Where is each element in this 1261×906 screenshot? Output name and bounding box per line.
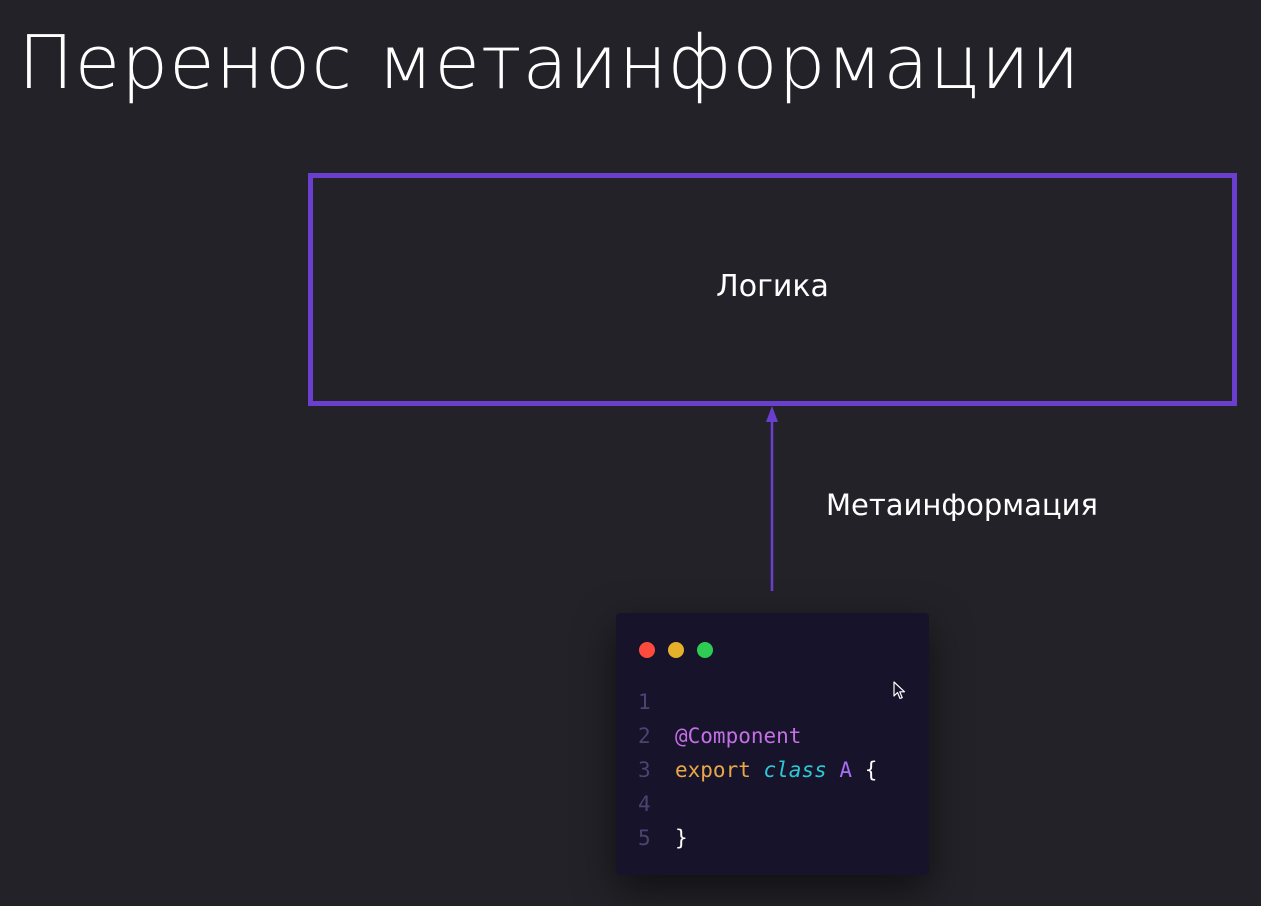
window-controls bbox=[639, 642, 713, 658]
line-number: 2 bbox=[638, 724, 651, 748]
minimize-dot-icon bbox=[668, 642, 684, 658]
arrow-label: Метаинформация bbox=[826, 488, 1098, 522]
arrow-head bbox=[766, 406, 778, 422]
code-token-punct: } bbox=[675, 826, 688, 850]
code-token-punct bbox=[827, 753, 840, 787]
code-line: 3 export class A { bbox=[638, 753, 877, 787]
code-line: 4 bbox=[638, 787, 877, 821]
code-token-punct: { bbox=[864, 758, 878, 782]
code-block: 1 2 @Component 3 export class A {4 5} bbox=[638, 685, 877, 855]
code-line: 5} bbox=[638, 821, 877, 855]
code-line: 1 bbox=[638, 685, 877, 719]
line-number: 5 bbox=[638, 826, 651, 850]
slide-title: Перенос метаинформации bbox=[18, 20, 1081, 106]
arrow-up-icon bbox=[766, 406, 778, 591]
code-token-decorator: @Component bbox=[675, 724, 802, 748]
logic-box: Логика bbox=[308, 173, 1237, 406]
code-token-type: class bbox=[763, 758, 827, 782]
line-number: 1 bbox=[638, 690, 651, 714]
mouse-pointer-icon bbox=[893, 681, 906, 700]
logic-box-label: Логика bbox=[716, 269, 829, 304]
line-number: 4 bbox=[638, 792, 651, 816]
code-token-punct bbox=[852, 753, 865, 787]
code-token-name: A bbox=[839, 758, 853, 782]
maximize-dot-icon bbox=[697, 642, 713, 658]
line-number: 3 bbox=[638, 758, 651, 782]
code-token-punct bbox=[751, 753, 764, 787]
code-token-keyword: export bbox=[675, 758, 751, 782]
code-window: 1 2 @Component 3 export class A {4 5} bbox=[616, 613, 929, 875]
code-line: 2 @Component bbox=[638, 719, 877, 753]
close-dot-icon bbox=[639, 642, 655, 658]
